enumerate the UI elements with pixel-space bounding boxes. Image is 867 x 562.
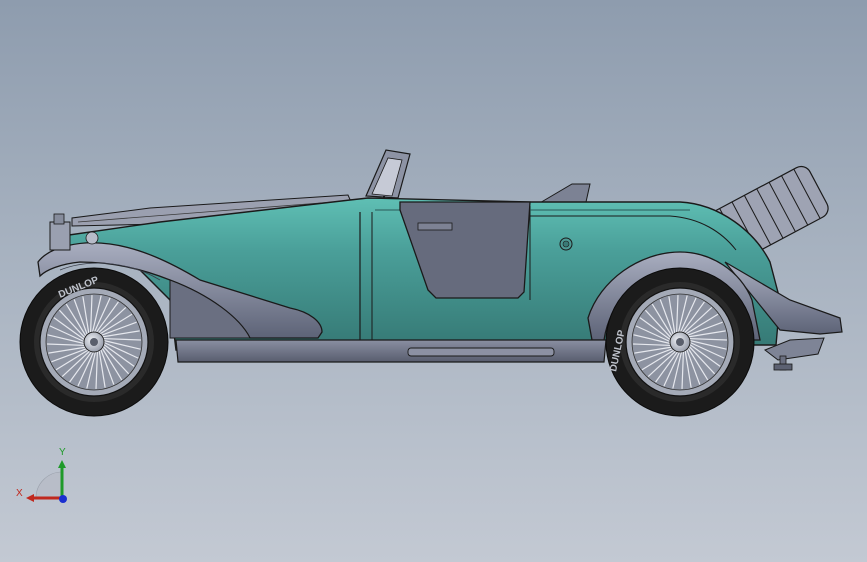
seat-back bbox=[537, 183, 591, 205]
triad-z-axis bbox=[59, 495, 67, 503]
reference-triad: X Y bbox=[16, 447, 67, 503]
triad-y-label: Y bbox=[59, 447, 66, 458]
graphics-viewport[interactable]: DUNLOP DUNLOP X Y bbox=[0, 0, 867, 562]
running-board bbox=[175, 339, 607, 363]
triad-x-arrow bbox=[26, 494, 34, 502]
rear-wheel: DUNLOP bbox=[605, 267, 755, 417]
triad-x-label: X bbox=[16, 488, 23, 499]
car-model-view[interactable]: DUNLOP DUNLOP X Y bbox=[0, 0, 867, 562]
front-wheel: DUNLOP bbox=[19, 267, 169, 417]
triad-y-arrow bbox=[58, 460, 66, 468]
